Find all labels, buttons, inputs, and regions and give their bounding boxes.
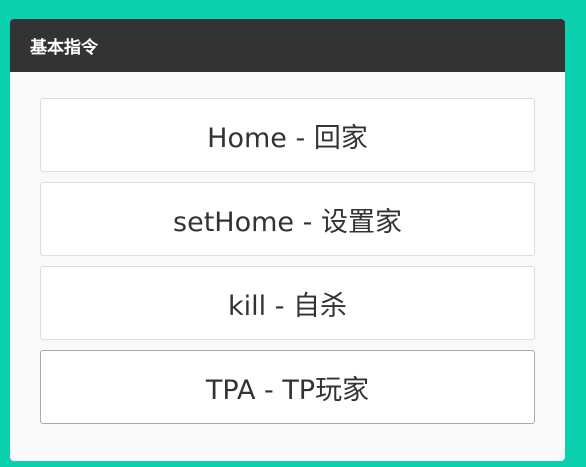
command-button-list: Home - 回家 setHome - 设置家 kill - 自杀 TPA - … <box>40 98 535 424</box>
panel-header: 基本指令 <box>10 19 565 72</box>
command-panel: 基本指令 Home - 回家 setHome - 设置家 kill - 自杀 T… <box>10 19 565 461</box>
home-button[interactable]: Home - 回家 <box>40 98 535 172</box>
panel-title: 基本指令 <box>30 38 98 58</box>
kill-button[interactable]: kill - 自杀 <box>40 266 535 340</box>
tpa-button[interactable]: TPA - TP玩家 <box>40 350 535 424</box>
sethome-button[interactable]: setHome - 设置家 <box>40 182 535 256</box>
